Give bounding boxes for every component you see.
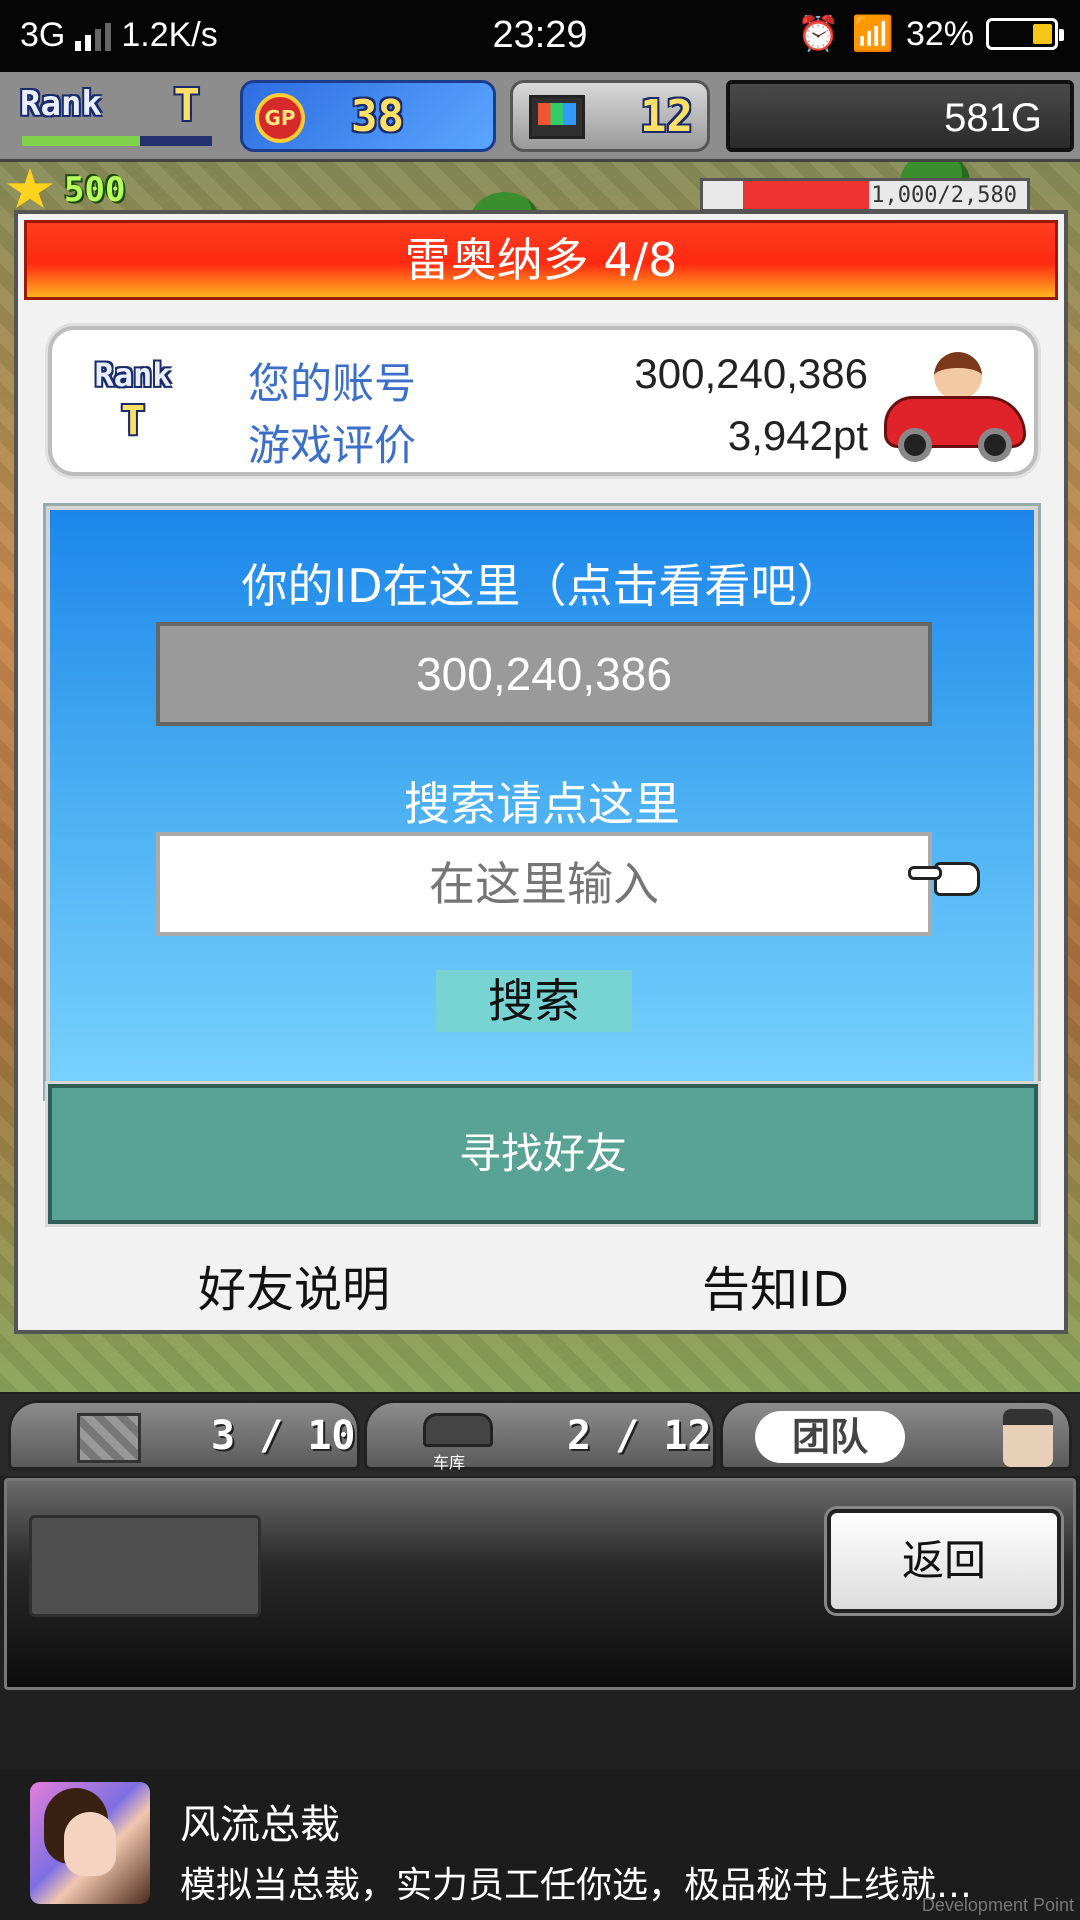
storage-tab[interactable]: 3 / 10 (8, 1400, 360, 1470)
rank-word: Rank (94, 356, 172, 394)
star-value: 500 (64, 170, 126, 210)
gp-counter[interactable]: GP 38 (240, 80, 496, 152)
id-panel: 你的ID在这里（点击看看吧） 300,240,386 搜索请点这里 搜索 (46, 506, 1038, 1098)
garage-icon: 车库 (419, 1409, 499, 1472)
notify-id-link[interactable]: 告知ID (702, 1250, 849, 1320)
ad-title: 风流总裁 (180, 1802, 340, 1848)
status-bar: 3G 1.2K/s 23:29 ⏰ 📶 32% (0, 0, 1080, 72)
top-hud: Rank T GP 38 12 581G (0, 72, 1080, 162)
money-display: 581G (726, 80, 1074, 152)
your-id-heading: 你的ID在这里（点击看看吧） (241, 559, 843, 613)
gp-coin-icon: GP (255, 93, 305, 143)
rating-label: 游戏评价 (248, 421, 417, 470)
garage-count: 2 / 12 (567, 1413, 712, 1459)
account-label: 您的账号 (248, 359, 417, 408)
your-id-box[interactable]: 300,240,386 (156, 622, 932, 726)
building-progress-bar: 1,000/2,580 (700, 178, 1030, 212)
team-tab[interactable]: 团队 (720, 1400, 1072, 1470)
rank-value: T (120, 398, 146, 444)
car-avatar-icon (880, 342, 1030, 472)
battery-icon (986, 18, 1064, 50)
rank-indicator[interactable]: Rank T (14, 80, 214, 152)
battery-percent: 32% (905, 14, 974, 53)
ad-banner[interactable]: 风流总裁 模拟当总裁，实力员工任你选，极品秘书上线就… Development … (0, 1770, 1080, 1920)
account-rank-badge: Rank T (88, 356, 178, 456)
search-id-input[interactable] (156, 832, 932, 936)
watermark: Development Point (921, 1895, 1074, 1915)
alarm-icon: ⏰ (797, 15, 840, 53)
storage-count: 3 / 10 (211, 1413, 356, 1459)
account-value: 300,240,386 (634, 350, 868, 397)
find-friends-button[interactable]: 寻找好友 (48, 1084, 1038, 1224)
team-label: 团队 (755, 1411, 905, 1463)
bottom-tab-bar: 3 / 10 车库 2 / 12 团队 (0, 1394, 1080, 1476)
platform-count: 12 (640, 91, 693, 142)
pointing-hand-icon (908, 856, 984, 900)
back-button[interactable]: 返回 (827, 1509, 1061, 1613)
star-counter: 500 (6, 168, 125, 212)
staff-face-icon (1003, 1409, 1053, 1467)
garage-label: 车库 (433, 1453, 466, 1472)
gp-value: 38 (351, 91, 404, 142)
dialog-title: 雷奥纳多 4/8 (24, 220, 1058, 300)
building-progress-label: 1,000/2,580 (871, 183, 1017, 208)
search-heading: 搜索请点这里 (404, 777, 680, 831)
crate-icon (77, 1413, 141, 1463)
account-row: 您的账号 300,240,386 (248, 350, 868, 411)
friend-dialog: 雷奥纳多 4/8 Rank T 您的账号 300,240,386 游戏评价 3,… (14, 210, 1068, 1334)
computer-icon (529, 95, 585, 139)
ad-thumbnail (30, 1782, 150, 1904)
search-button[interactable]: 搜索 (436, 970, 632, 1032)
ad-description: 模拟当总裁，实力员工任你选，极品秘书上线就… (180, 1865, 973, 1906)
bottom-panel: 返回 (4, 1478, 1076, 1690)
status-right: ⏰ 📶 32% (797, 14, 1064, 54)
star-icon (6, 168, 54, 209)
wifi-icon: 📶 (851, 15, 894, 53)
empty-slot (29, 1515, 261, 1617)
platform-counter[interactable]: 12 (510, 80, 710, 152)
account-info-card: Rank T 您的账号 300,240,386 游戏评价 3,942pt (48, 326, 1038, 476)
friend-help-link[interactable]: 好友说明 (198, 1250, 390, 1320)
garage-tab[interactable]: 车库 2 / 12 (364, 1400, 716, 1472)
rating-row: 游戏评价 3,942pt (248, 412, 868, 473)
rank-word: Rank (20, 84, 102, 124)
rank-value: T (173, 80, 201, 131)
rank-progress-bar (22, 136, 212, 146)
rating-value: 3,942pt (727, 412, 868, 459)
